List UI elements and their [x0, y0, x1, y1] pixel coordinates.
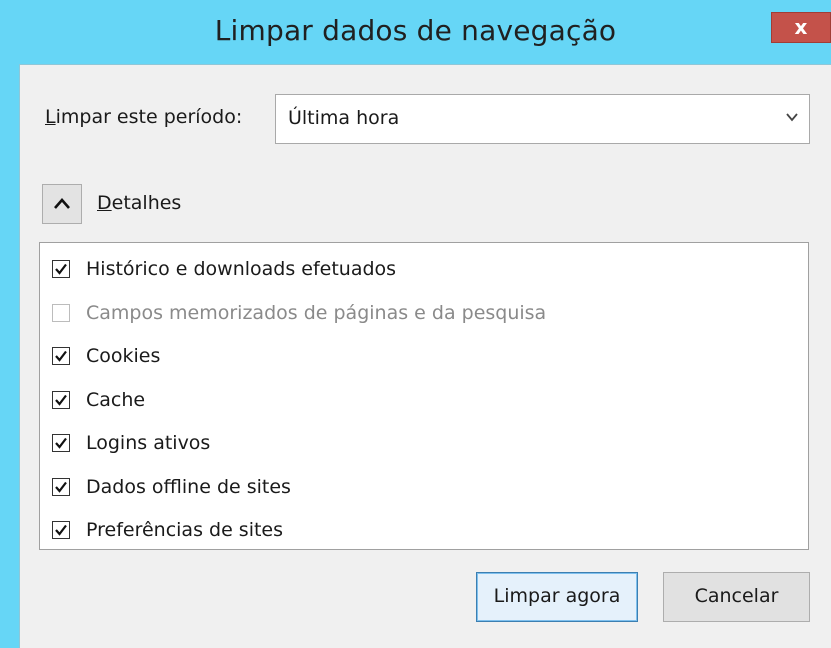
- title-bar[interactable]: Limpar dados de navegação x: [0, 0, 831, 64]
- checkmark-icon: [55, 263, 67, 275]
- item-form-search-history: Campos memorizados de páginas e da pesqu…: [52, 298, 546, 328]
- details-label[interactable]: Detalhes: [97, 192, 181, 214]
- checkmark-icon: [55, 350, 67, 362]
- item-history-downloads[interactable]: Histórico e downloads efetuados: [52, 254, 396, 284]
- chevron-up-icon: [54, 198, 70, 209]
- item-site-preferences[interactable]: Preferências de sites: [52, 515, 283, 545]
- checkmark-icon: [55, 481, 67, 493]
- item-label: Campos memorizados de páginas e da pesqu…: [86, 302, 547, 324]
- checkmark-icon: [55, 437, 67, 449]
- dialog-window: Limpar dados de navegação x Limpar este …: [0, 0, 831, 648]
- details-label-mnemonic: D: [97, 192, 112, 214]
- checkbox-checked[interactable]: [52, 521, 70, 539]
- item-label: Histórico e downloads efetuados: [86, 258, 397, 280]
- item-label: Dados offline de sites: [86, 476, 291, 498]
- details-label-text: etalhes: [111, 192, 182, 214]
- item-label: Logins ativos: [86, 432, 211, 454]
- item-label: Preferências de sites: [86, 519, 284, 541]
- cancel-button[interactable]: Cancelar: [663, 572, 810, 622]
- item-cookies[interactable]: Cookies: [52, 341, 160, 371]
- period-dropdown-value: Última hora: [288, 107, 400, 129]
- chevron-down-icon: [786, 113, 798, 122]
- checkbox-checked[interactable]: [52, 434, 70, 452]
- period-dropdown[interactable]: Última hora: [275, 94, 810, 144]
- period-label-text: impar este período:: [55, 106, 243, 128]
- checkbox-checked[interactable]: [52, 347, 70, 365]
- checkmark-icon: [55, 394, 67, 406]
- details-toggle-button[interactable]: [42, 184, 82, 224]
- checkbox-unchecked-disabled: [52, 304, 70, 322]
- checkbox-checked[interactable]: [52, 391, 70, 409]
- period-label-mnemonic: L: [45, 106, 56, 128]
- items-to-clear-list: Histórico e downloads efetuados Campos m…: [39, 242, 809, 550]
- window-title: Limpar dados de navegação: [214, 14, 617, 47]
- checkmark-icon: [55, 524, 67, 536]
- item-label: Cache: [86, 389, 146, 411]
- checkbox-checked[interactable]: [52, 478, 70, 496]
- period-label: Limpar este período:: [45, 106, 242, 128]
- checkbox-checked[interactable]: [52, 260, 70, 278]
- item-active-logins[interactable]: Logins ativos: [52, 428, 210, 458]
- item-cache[interactable]: Cache: [52, 385, 145, 415]
- clear-now-button[interactable]: Limpar agora: [476, 572, 638, 622]
- item-label: Cookies: [86, 345, 161, 367]
- item-offline-site-data[interactable]: Dados offline de sites: [52, 472, 291, 502]
- close-button[interactable]: x: [771, 12, 831, 43]
